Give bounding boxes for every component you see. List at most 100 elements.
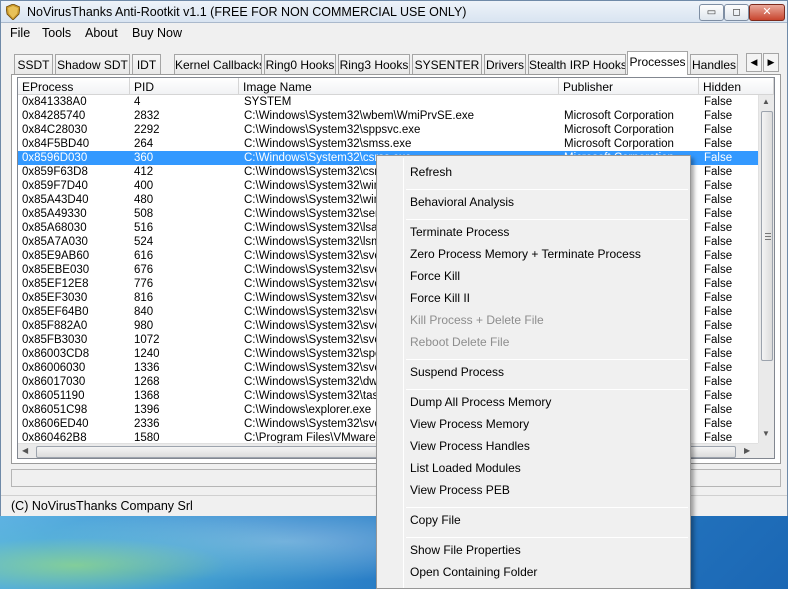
- menu-separator: [406, 537, 688, 538]
- menu-item-copy-file[interactable]: Copy File: [410, 513, 461, 527]
- cell-hidden: False: [704, 334, 733, 346]
- menu-item-zero-process-memory-terminate-process[interactable]: Zero Process Memory + Terminate Process: [410, 247, 641, 261]
- cell-image-name: SYSTEM: [244, 96, 292, 108]
- menu-about[interactable]: About: [85, 26, 118, 40]
- tab-scroll-right-icon[interactable]: ▶: [763, 53, 779, 72]
- menu-item-refresh[interactable]: Refresh: [410, 165, 452, 179]
- scroll-corner: [758, 443, 774, 458]
- menu-separator: [406, 219, 688, 220]
- list-header: EProcess PID Image Name Publisher Hidden: [18, 78, 774, 95]
- cell-pid: 2292: [134, 124, 160, 136]
- cell-publisher: Microsoft Corporation: [564, 110, 674, 122]
- cell-eprocess: 0x84C28030: [22, 124, 88, 136]
- cell-image-name: C:\Windows\System32\sppsvc.exe: [244, 124, 421, 136]
- tab-sysenter[interactable]: SYSENTER: [412, 54, 482, 74]
- scroll-right-icon[interactable]: ▶: [744, 446, 750, 455]
- scroll-left-icon[interactable]: ◀: [22, 446, 28, 455]
- tab-kernel-callbacks[interactable]: Kernel Callbacks: [174, 54, 262, 74]
- cell-hidden: False: [704, 110, 733, 122]
- cell-pid: 1268: [134, 376, 160, 388]
- menu-item-kill-process-delete-file: Kill Process + Delete File: [410, 313, 544, 327]
- tab-ring0-hooks[interactable]: Ring0 Hooks: [264, 54, 336, 74]
- column-header-image-name[interactable]: Image Name: [239, 78, 559, 95]
- menu-item-force-kill[interactable]: Force Kill: [410, 269, 460, 283]
- cell-image-name: C:\Windows\System32\wbem\WmiPrvSE.exe: [244, 110, 475, 122]
- column-header-pid[interactable]: PID: [130, 78, 239, 95]
- cell-eprocess: 0x86051C98: [22, 404, 88, 416]
- cell-eprocess: 0x86051190: [22, 390, 85, 402]
- cell-pid: 676: [134, 264, 154, 276]
- minimize-button[interactable]: ▭: [699, 4, 724, 21]
- menu-item-open-containing-folder[interactable]: Open Containing Folder: [410, 565, 537, 579]
- cell-eprocess: 0x859F7D40: [22, 180, 88, 192]
- menu-item-suspend-process[interactable]: Suspend Process: [410, 365, 504, 379]
- table-row[interactable]: 0x84F5BD40 264 C:\Windows\System32\smss.ex…: [18, 137, 758, 151]
- menu-item-view-process-peb[interactable]: View Process PEB: [410, 483, 510, 497]
- tab-handles[interactable]: Handles: [690, 54, 738, 74]
- tab-idt[interactable]: IDT: [132, 54, 161, 74]
- menu-item-show-file-properties[interactable]: Show File Properties: [410, 543, 521, 557]
- menu-file[interactable]: File: [10, 26, 30, 40]
- cell-eprocess: 0x85A43D40: [22, 194, 89, 206]
- cell-hidden: False: [704, 306, 733, 318]
- cell-pid: 980: [134, 320, 154, 332]
- cell-pid: 480: [134, 194, 154, 206]
- title-bar[interactable]: NoVirusThanks Anti-Rootkit v1.1 (FREE FO…: [1, 1, 787, 23]
- vertical-scrollbar[interactable]: ▲ ▼: [758, 95, 774, 443]
- table-row[interactable]: 0x841338A0 4 SYSTEM False: [18, 95, 758, 109]
- column-header-publisher[interactable]: Publisher: [559, 78, 699, 95]
- column-header-eprocess[interactable]: EProcess: [18, 78, 130, 95]
- menu-item-behavioral-analysis[interactable]: Behavioral Analysis: [410, 195, 514, 209]
- menu-item-force-kill-ii[interactable]: Force Kill II: [410, 291, 470, 305]
- status-text: (C) NoVirusThanks Company Srl: [11, 499, 193, 513]
- cell-pid: 412: [134, 166, 154, 178]
- cell-hidden: False: [704, 124, 733, 136]
- menu-item-list-loaded-modules[interactable]: List Loaded Modules: [410, 461, 521, 475]
- table-row[interactable]: 0x84C28030 2292 C:\Windows\System32\sppsvc…: [18, 123, 758, 137]
- menu-separator: [406, 189, 688, 190]
- column-header-hidden[interactable]: Hidden: [699, 78, 774, 95]
- close-button[interactable]: ✕: [749, 4, 785, 21]
- cell-hidden: False: [704, 194, 733, 206]
- menu-item-dump-all-process-memory[interactable]: Dump All Process Memory: [410, 395, 551, 409]
- tab-shadow-sdt[interactable]: Shadow SDT: [55, 54, 130, 74]
- cell-hidden: False: [704, 180, 733, 192]
- menu-item-view-process-memory[interactable]: View Process Memory: [410, 417, 529, 431]
- cell-pid: 1368: [134, 390, 160, 402]
- cell-pid: 776: [134, 278, 154, 290]
- cell-hidden: False: [704, 166, 733, 178]
- menu-buy-now[interactable]: Buy Now: [132, 26, 182, 40]
- grip-line: [765, 236, 771, 237]
- cell-publisher: Microsoft Corporation: [564, 138, 674, 150]
- menu-item-reboot-delete-file: Reboot Delete File: [410, 335, 510, 349]
- tab-drivers[interactable]: Drivers: [484, 54, 526, 74]
- menu-item-view-process-handles[interactable]: View Process Handles: [410, 439, 530, 453]
- maximize-button[interactable]: ◻: [724, 4, 749, 21]
- window-title: NoVirusThanks Anti-Rootkit v1.1 (FREE FO…: [27, 5, 467, 19]
- cell-pid: 264: [134, 138, 154, 150]
- minimize-icon: ▭: [706, 7, 717, 18]
- tab-stealth-irp-hooks[interactable]: Stealth IRP Hooks: [528, 54, 626, 74]
- menu-tools[interactable]: Tools: [42, 26, 71, 40]
- vertical-scroll-thumb[interactable]: [761, 111, 773, 361]
- cell-eprocess: 0x85FB3030: [22, 334, 88, 346]
- tab-ring3-hooks[interactable]: Ring3 Hooks: [338, 54, 410, 74]
- cell-hidden: False: [704, 236, 733, 248]
- close-icon: ✕: [762, 6, 772, 18]
- maximize-icon: ◻: [732, 7, 741, 18]
- menu-item-terminate-process[interactable]: Terminate Process: [410, 225, 509, 239]
- tab-ssdt[interactable]: SSDT: [14, 54, 53, 74]
- tab-processes[interactable]: Processes: [627, 51, 688, 75]
- cell-eprocess: 0x86006030: [22, 362, 86, 374]
- scroll-up-icon[interactable]: ▲: [762, 97, 770, 106]
- cell-eprocess: 0x85A68030: [22, 222, 87, 234]
- cell-eprocess: 0x8606ED40: [22, 418, 89, 430]
- cell-eprocess: 0x85EF64B0: [22, 306, 89, 318]
- cell-eprocess: 0x85A49330: [22, 208, 87, 220]
- scroll-down-icon[interactable]: ▼: [762, 429, 770, 438]
- tab-strip: SSDT Shadow SDT IDT Kernel Callbacks Rin…: [1, 51, 787, 75]
- tab-scroll-left-icon[interactable]: ◀: [746, 53, 762, 72]
- table-row[interactable]: 0x84285740 2832 C:\Windows\System32\wbem\W…: [18, 109, 758, 123]
- menu-separator: [406, 507, 688, 508]
- cell-hidden: False: [704, 264, 733, 276]
